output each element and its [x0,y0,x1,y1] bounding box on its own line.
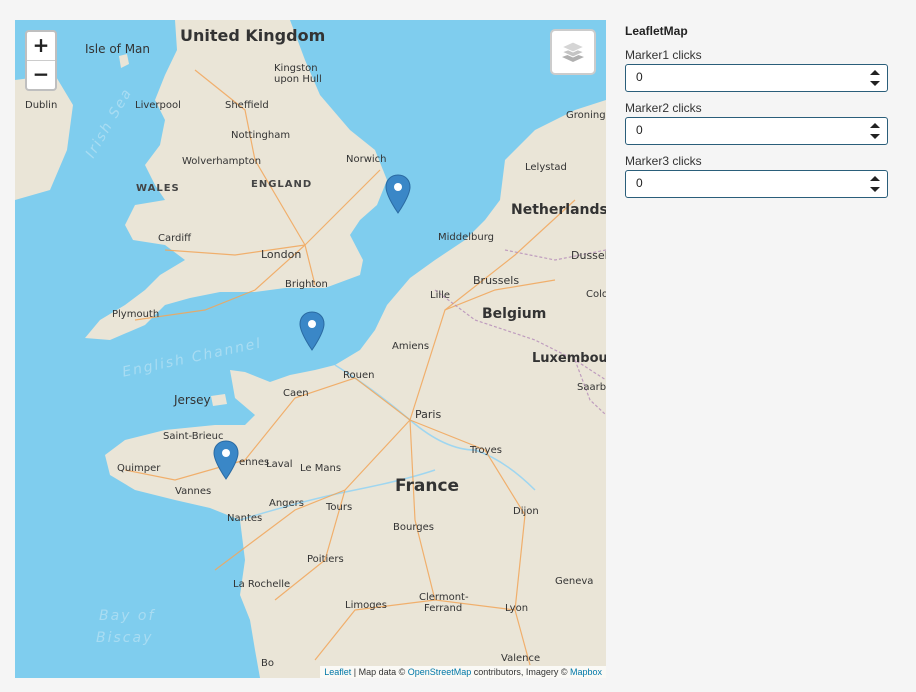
label-biscay: Biscay [96,630,154,646]
label-bo: Bo [261,658,274,669]
leaflet-link[interactable]: Leaflet [324,667,351,677]
label-isle-of-man: Isle of Man [85,42,151,56]
label-united: United Kingdom [180,26,326,45]
label-laval: Laval [266,459,293,470]
attribution-text-2: contributors, Imagery © [471,667,570,677]
label-cardiff: Cardiff [158,233,192,244]
mapbox-link[interactable]: Mapbox [570,667,602,677]
label-amiens: Amiens [392,341,430,352]
label-lille: Lille [430,290,451,301]
label-groningen: Groning [566,110,606,121]
label-bourges: Bourges [393,522,434,533]
label-london: London [261,248,302,261]
label-luxembourg: Luxembourg [532,351,606,366]
label-dublin: Dublin [25,100,58,111]
marker-3[interactable] [213,440,239,480]
label-kingston: Kingston [274,63,318,74]
label-lyon: Lyon [505,603,529,614]
label-caen: Caen [283,388,309,399]
label-sheffield: Sheffield [225,100,269,111]
marker1-clicks-field [625,64,888,92]
label-wolverhampton: Wolverhampton [182,156,262,167]
openstreetmap-link[interactable]: OpenStreetMap [408,667,472,677]
label-angers: Angers [269,498,304,509]
label-tours: Tours [326,502,353,513]
label-clermont: Clermont- [419,592,469,603]
marker-clicks-panel: LeafletMap Marker1 clicks Marker2 clicks… [625,24,888,207]
marker2-clicks-label: Marker2 clicks [625,101,702,115]
label-bay-of: Bay of [99,608,156,624]
label-brighton: Brighton [285,279,328,290]
marker1-clicks-input[interactable] [626,65,856,89]
label-middelburg: Middelburg [438,232,495,243]
panel-title: LeafletMap [625,24,688,38]
label-poitiers: Poitiers [307,554,344,565]
marker2-clicks-field [625,117,888,145]
label-paris: Paris [415,408,442,421]
label-rennes: ennes [239,457,270,468]
label-wales: WALES [136,183,180,194]
map-attribution: Leaflet | Map data © OpenStreetMap contr… [320,666,606,678]
label-la-rochelle: La Rochelle [233,579,291,590]
label-le-mans: Le Mans [300,463,342,474]
label-geneva: Geneva [555,576,594,587]
map-view[interactable]: United Kingdom ENGLAND WALES Netherlands… [15,20,606,678]
spinner-icon[interactable] [869,121,881,141]
label-dusseldorf: Dussel [571,249,606,262]
marker2-clicks-input[interactable] [626,118,856,142]
attribution-text-1: | Map data © [351,667,408,677]
label-liverpool: Liverpool [135,100,181,111]
label-england: ENGLAND [251,179,313,190]
label-france: France [395,476,460,496]
layers-control-button[interactable] [550,29,596,75]
zoom-in-button[interactable]: + [27,32,55,60]
label-norwich: Norwich [346,154,387,165]
label-quimper: Quimper [117,463,161,474]
marker1-clicks-label: Marker1 clicks [625,48,702,62]
marker3-clicks-input[interactable] [626,171,856,195]
zoom-out-button[interactable]: − [27,60,55,89]
label-limoges: Limoges [345,600,387,611]
layers-icon [560,41,586,62]
label-dijon: Dijon [513,506,539,517]
label-saarbrucken: Saarb [577,382,606,393]
label-belgium: Belgium [482,306,547,322]
spinner-icon[interactable] [869,68,881,88]
label-cologne: Colo [586,289,606,300]
marker3-clicks-field [625,170,888,198]
label-plymouth: Plymouth [112,309,160,320]
label-nottingham: Nottingham [231,130,291,141]
label-brussels: Brussels [473,274,520,287]
marker-1[interactable] [385,174,411,214]
label-vannes: Vannes [175,486,212,497]
label-jersey: Jersey [174,393,211,407]
label-lelystad: Lelystad [525,162,567,173]
zoom-control: + − [25,30,57,91]
label-ferrand: Ferrand [424,603,463,614]
marker3-clicks-label: Marker3 clicks [625,154,702,168]
spinner-icon[interactable] [869,174,881,194]
label-rouen: Rouen [343,370,375,381]
label-upon-hull: upon Hull [274,74,322,85]
label-valence: Valence [501,653,541,664]
label-nantes: Nantes [227,513,263,524]
label-netherlands: Netherlands [511,202,606,218]
marker-2[interactable] [299,311,325,351]
label-troyes: Troyes [470,445,502,456]
